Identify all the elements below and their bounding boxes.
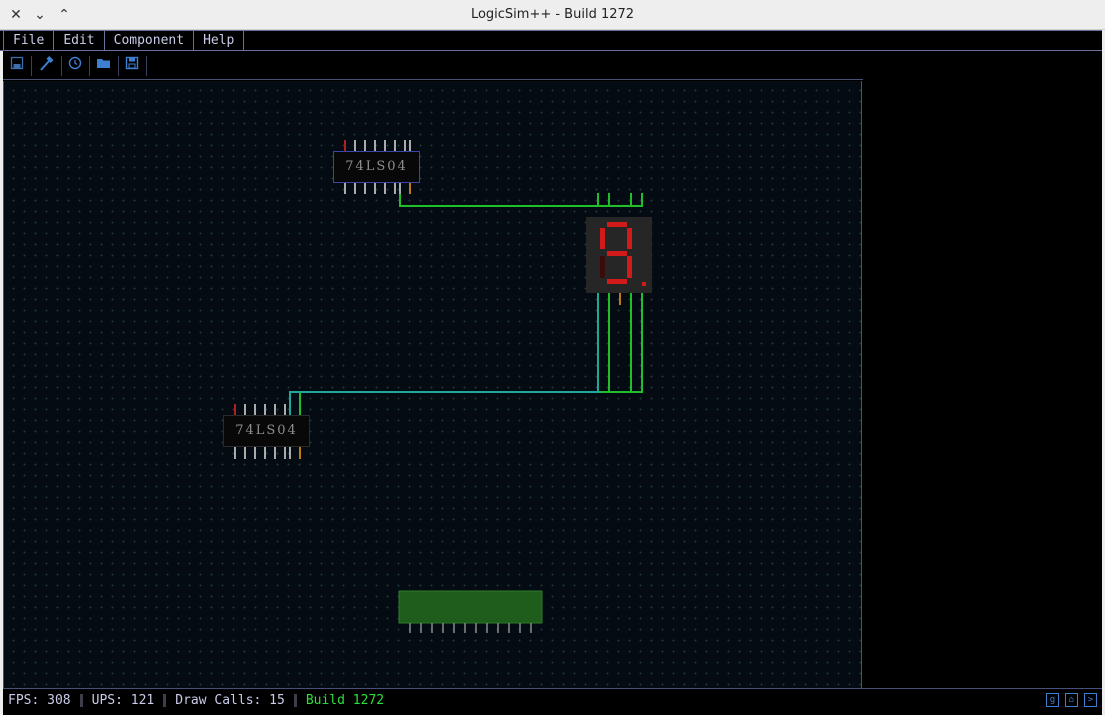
close-icon[interactable]: ✕ [7,6,25,24]
terminal-icon[interactable]: > [1084,693,1097,707]
draw-calls-label: Draw Calls: [175,692,262,708]
circuit-layer [234,140,652,633]
maximize-icon[interactable]: ⌃ [55,6,73,24]
menu-component[interactable]: Component [103,31,195,50]
menu-bar: File Edit Component Help [0,30,1105,51]
segment-dp [642,282,646,286]
ups-value: 121 [130,692,155,708]
status-bar: FPS: 308 UPS: 121 Draw Calls: 15 Build 1… [3,688,1102,712]
green-ic-module[interactable] [398,590,543,633]
menu-edit[interactable]: Edit [53,31,105,50]
fps-value: 308 [47,692,71,708]
segment-a [607,222,627,227]
segment-c [627,256,632,278]
toolbar-separator [31,56,32,76]
status-separator [293,694,297,707]
wire-bottom [299,293,643,404]
save-disk-icon[interactable] [7,56,27,76]
draw-calls-value: 15 [269,692,285,708]
menu-file[interactable]: File [3,31,55,50]
segment-e [600,256,605,278]
chip-label: 74LS04 [235,423,298,438]
seven-segment-display[interactable] [586,217,652,305]
segment-b [627,228,632,249]
save-as-icon[interactable] [122,56,142,76]
window-titlebar: ✕ ⌄ ⌃ LogicSim++ - Build 1272 [0,0,1105,30]
build-label: Build 1272 [305,692,385,708]
chip-1-bottom-pins [344,183,411,194]
home-icon[interactable]: ⌂ [1065,693,1078,707]
info-icon[interactable]: g [1046,693,1059,707]
chip-2-top-pins [234,404,301,415]
circuit-canvas[interactable]: 74LS04 74LS04 [3,81,862,688]
status-separator [79,694,83,707]
chip-74ls04-1[interactable]: 74LS04 [333,151,420,183]
ups-label: UPS: [91,692,123,708]
toolbar-separator [146,56,147,76]
minimize-icon[interactable]: ⌄ [31,6,49,24]
chip-2-bottom-pins [234,447,301,459]
window-title: LogicSim++ - Build 1272 [470,7,635,22]
chip-1-top-pins [344,140,411,151]
toolbar-separator [118,56,119,76]
chip-label: 74LS04 [345,159,408,174]
toolbar [3,52,863,80]
toolbar-separator [89,56,90,76]
segment-d [607,279,627,284]
open-folder-icon[interactable] [94,56,114,76]
chip-74ls04-2[interactable]: 74LS04 [223,415,310,447]
segment-f [600,228,605,249]
history-icon[interactable] [65,56,85,76]
hammer-icon[interactable] [36,55,56,76]
segment-g [607,251,627,256]
menu-help[interactable]: Help [193,31,245,50]
toolbar-separator [61,56,62,76]
side-panel [863,52,1102,688]
status-separator [163,694,167,707]
fps-label: FPS: [8,692,40,708]
wire-top [399,193,643,207]
